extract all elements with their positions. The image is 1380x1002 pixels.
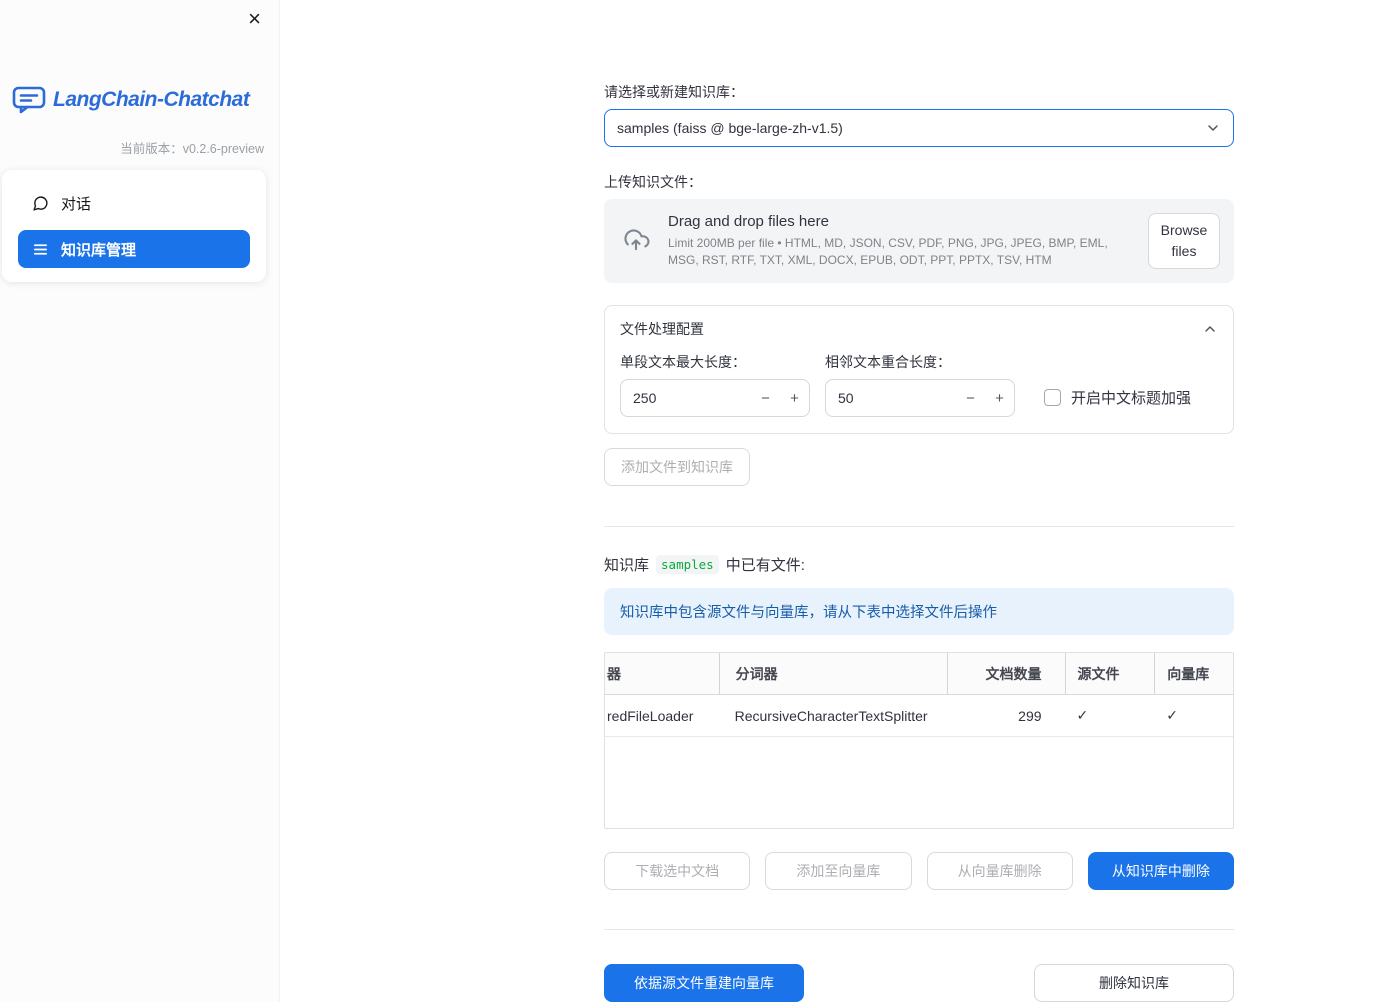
zh-title-enhance-checkbox[interactable]: 开启中文标题加强 — [1044, 387, 1191, 408]
version-label: 当前版本：v0.2.6-preview — [120, 142, 264, 156]
chat-bubble-icon — [32, 195, 49, 212]
download-selected-button[interactable]: 下载选中文档 — [604, 852, 751, 890]
uploader-text: Drag and drop files here Limit 200MB per… — [668, 213, 1132, 268]
existing-prefix: 知识库 — [604, 557, 650, 574]
rebuild-vector-store-button[interactable]: 依据源文件重建向量库 — [604, 964, 804, 1002]
table-row[interactable]: redFileLoader RecursiveCharacterTextSpli… — [605, 695, 1233, 737]
max-length-minus-button[interactable]: − — [751, 380, 780, 416]
cell-vector-store-check: ✓ — [1166, 707, 1178, 723]
add-files-to-kb-button[interactable]: 添加文件到知识库 — [604, 448, 750, 486]
chevron-up-icon — [1202, 321, 1218, 337]
expander-header[interactable]: 文件处理配置 — [620, 319, 1218, 339]
main-content: 请选择或新建知识库： samples (faiss @ bge-large-zh… — [604, 0, 1234, 1002]
uploader-limit: Limit 200MB per file • HTML, MD, JSON, C… — [668, 236, 1108, 267]
file-uploader-dropzone[interactable]: Drag and drop files here Limit 200MB per… — [604, 199, 1234, 283]
column-header-splitter[interactable]: 分词器 — [718, 653, 947, 694]
app-logo: LangChain-Chatchat — [12, 86, 250, 114]
overlap-input-group: − + — [825, 379, 1015, 417]
checkbox-box[interactable] — [1044, 389, 1061, 406]
checkbox-label: 开启中文标题加强 — [1071, 390, 1192, 407]
kb-select[interactable]: samples (faiss @ bge-large-zh-v1.5) — [604, 109, 1234, 147]
sidebar-close-icon[interactable]: × — [242, 4, 267, 34]
sidebar-menu: 对话 知识库管理 — [2, 170, 266, 282]
max-length-field: 单段文本最大长度： − + — [620, 352, 810, 417]
max-length-plus-button[interactable]: + — [780, 380, 809, 416]
table-header-row: 器 分词器 文档数量 源文件 向量库 — [605, 653, 1233, 695]
sidebar-item-chat[interactable]: 对话 — [18, 184, 250, 222]
cell-doc-count: 299 — [1018, 707, 1042, 724]
uploader-title: Drag and drop files here — [668, 213, 829, 231]
chevron-down-icon — [1205, 120, 1221, 136]
cell-splitter: RecursiveCharacterTextSplitter — [734, 707, 928, 724]
delete-from-kb-button[interactable]: 从知识库中删除 — [1087, 852, 1234, 890]
sidebar-item-label: 对话 — [61, 195, 92, 213]
expander-body: 单段文本最大长度： − + 相邻文本重合长度： − + 开启中文标题加强 — [620, 352, 1218, 417]
divider — [604, 526, 1234, 527]
max-length-input[interactable] — [621, 390, 751, 406]
cloud-upload-icon — [620, 227, 652, 255]
kb-level-buttons: 依据源文件重建向量库 删除知识库 — [604, 964, 1234, 1002]
max-length-input-group: − + — [620, 379, 810, 417]
sidebar-item-kb-management[interactable]: 知识库管理 — [18, 230, 250, 268]
overlap-input[interactable] — [826, 390, 956, 406]
add-to-vector-store-button[interactable]: 添加至向量库 — [765, 852, 912, 890]
delete-from-vector-store-button[interactable]: 从向量库删除 — [926, 852, 1073, 890]
info-banner: 知识库中包含源文件与向量库，请从下表中选择文件后操作 — [604, 588, 1234, 635]
files-table: 器 分词器 文档数量 源文件 向量库 redFileLoader Recursi… — [604, 652, 1234, 829]
column-header-loader[interactable]: 器 — [605, 653, 719, 694]
list-icon — [32, 241, 49, 258]
divider — [604, 929, 1234, 930]
delete-kb-button[interactable]: 删除知识库 — [1034, 964, 1234, 1002]
overlap-label: 相邻文本重合长度： — [825, 354, 951, 370]
kb-select-label: 请选择或新建知识库： — [604, 84, 744, 100]
upload-label: 上传知识文件： — [604, 174, 702, 190]
column-header-doc-count[interactable]: 文档数量 — [946, 653, 1065, 694]
browse-files-button[interactable]: Browse files — [1148, 213, 1220, 269]
file-config-expander: 文件处理配置 单段文本最大长度： − + 相邻文本重合长度： — [604, 305, 1234, 434]
overlap-minus-button[interactable]: − — [956, 380, 985, 416]
kb-name-code: samples — [656, 555, 719, 574]
max-length-label: 单段文本最大长度： — [620, 354, 746, 370]
overlap-plus-button[interactable]: + — [985, 380, 1014, 416]
file-action-buttons: 下载选中文档 添加至向量库 从向量库删除 从知识库中删除 — [604, 852, 1234, 890]
sidebar-item-label: 知识库管理 — [61, 241, 137, 259]
column-header-vector-store[interactable]: 向量库 — [1154, 653, 1233, 694]
kb-select-value: samples (faiss @ bge-large-zh-v1.5) — [617, 120, 843, 136]
existing-files-heading: 知识库 samples 中已有文件: — [604, 554, 1234, 575]
existing-suffix: 中已有文件: — [725, 557, 805, 574]
logo-chat-icon — [12, 86, 46, 114]
column-header-source-file[interactable]: 源文件 — [1064, 653, 1155, 694]
app-title: LangChain-Chatchat — [53, 88, 250, 111]
expander-title: 文件处理配置 — [620, 321, 704, 337]
cell-source-file-check: ✓ — [1076, 707, 1089, 723]
overlap-field: 相邻文本重合长度： − + — [825, 352, 1015, 417]
cell-loader: redFileLoader — [607, 707, 694, 724]
sidebar: × LangChain-Chatchat 当前版本：v0.2.6-preview… — [0, 0, 280, 1002]
